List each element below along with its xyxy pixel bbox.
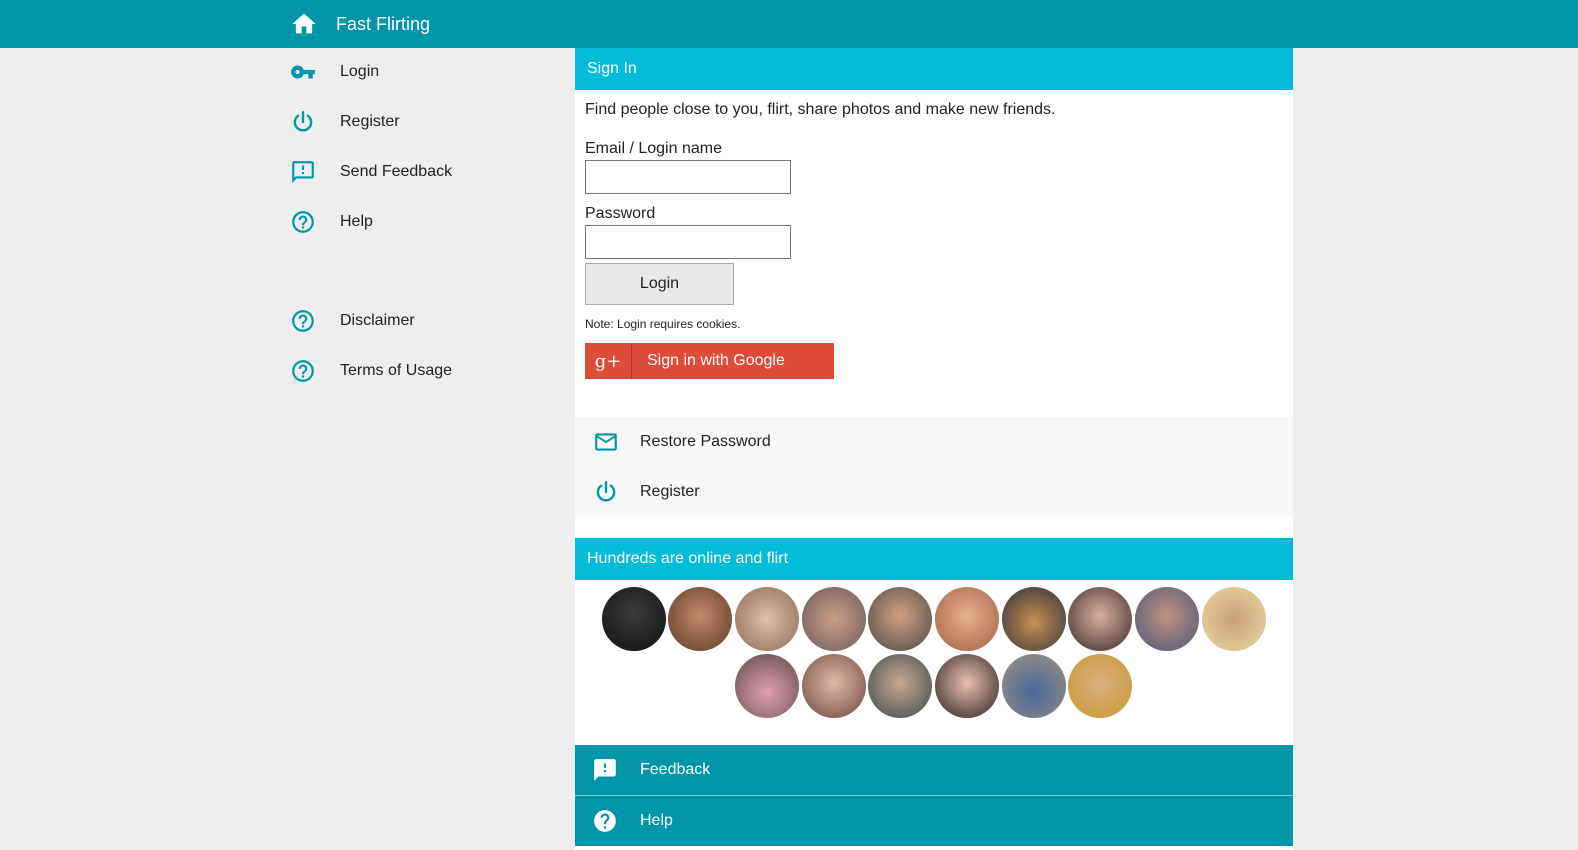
google-signin-button[interactable]: g+ Sign in with Google (585, 343, 834, 379)
user-avatar[interactable] (1068, 654, 1132, 718)
user-avatar[interactable] (735, 587, 799, 651)
user-avatar[interactable] (1002, 587, 1066, 651)
cookie-note: Note: Login requires cookies. (585, 317, 741, 331)
sidebar-item-label: Login (340, 63, 380, 80)
sidebar-item-send-feedback[interactable]: Send Feedback (290, 157, 452, 187)
help-label: Help (640, 812, 673, 829)
help-icon (292, 360, 314, 382)
user-avatar[interactable] (868, 587, 932, 651)
user-avatar[interactable] (1002, 654, 1066, 718)
user-avatar[interactable] (1135, 587, 1199, 651)
sidebar-item-label: Terms of Usage (340, 362, 453, 379)
help-icon (292, 211, 314, 233)
sidebar-item-help[interactable]: Help (290, 207, 373, 237)
key-icon (291, 65, 315, 79)
google-plus-icon: g+ (585, 343, 632, 379)
home-link[interactable]: Fast Flirting (290, 10, 430, 38)
sidebar-item-label: Register (340, 113, 400, 130)
sidebar-item-login[interactable]: Login (290, 57, 379, 87)
signin-header: Sign In (575, 48, 1293, 90)
register-link[interactable]: Register (593, 477, 700, 507)
sidebar-item-label: Send Feedback (340, 163, 453, 180)
help-row[interactable]: Help (575, 796, 1293, 846)
user-avatar[interactable] (1068, 587, 1132, 651)
feedback-icon (594, 759, 616, 781)
feedback-label: Feedback (640, 761, 711, 778)
user-avatar[interactable] (868, 654, 932, 718)
top-bar: Fast Flirting (0, 0, 1578, 48)
help-icon (594, 810, 616, 832)
user-avatar[interactable] (668, 587, 732, 651)
sidebar-item-register[interactable]: Register (290, 107, 400, 137)
email-field[interactable] (585, 160, 791, 194)
app-title: Fast Flirting (336, 13, 431, 34)
email-label: Email / Login name (585, 140, 722, 157)
user-avatar[interactable] (802, 654, 866, 718)
main-panel: Sign In Find people close to you, flirt,… (575, 48, 1293, 850)
restore-password-label: Restore Password (640, 433, 771, 450)
help-icon (292, 310, 314, 332)
login-button[interactable]: Login (585, 263, 734, 305)
online-header: Hundreds are online and flirt (575, 538, 1293, 580)
user-avatar[interactable] (935, 654, 999, 718)
user-avatar[interactable] (1202, 587, 1266, 651)
google-signin-label: Sign in with Google (647, 352, 785, 369)
user-avatar[interactable] (735, 654, 799, 718)
sidebar-item-terms[interactable]: Terms of Usage (290, 356, 452, 386)
password-label: Password (585, 205, 656, 222)
power-icon (293, 111, 313, 132)
password-field[interactable] (585, 225, 791, 259)
sidebar-item-label: Help (340, 213, 373, 230)
register-label: Register (640, 483, 700, 500)
account-links: Restore Password Register (575, 417, 1293, 517)
user-avatar[interactable] (935, 587, 999, 651)
feedback-icon (292, 161, 314, 183)
restore-password-link[interactable]: Restore Password (593, 427, 771, 457)
power-icon (596, 481, 616, 502)
home-icon (292, 13, 316, 34)
feedback-row[interactable]: Feedback (575, 745, 1293, 795)
sidebar-item-disclaimer[interactable]: Disclaimer (290, 306, 415, 336)
sidebar-item-label: Disclaimer (340, 312, 415, 329)
user-avatar[interactable] (602, 587, 666, 651)
intro-text: Find people close to you, flirt, share p… (585, 101, 1056, 118)
user-avatar[interactable] (802, 587, 866, 651)
mail-icon (595, 433, 617, 451)
